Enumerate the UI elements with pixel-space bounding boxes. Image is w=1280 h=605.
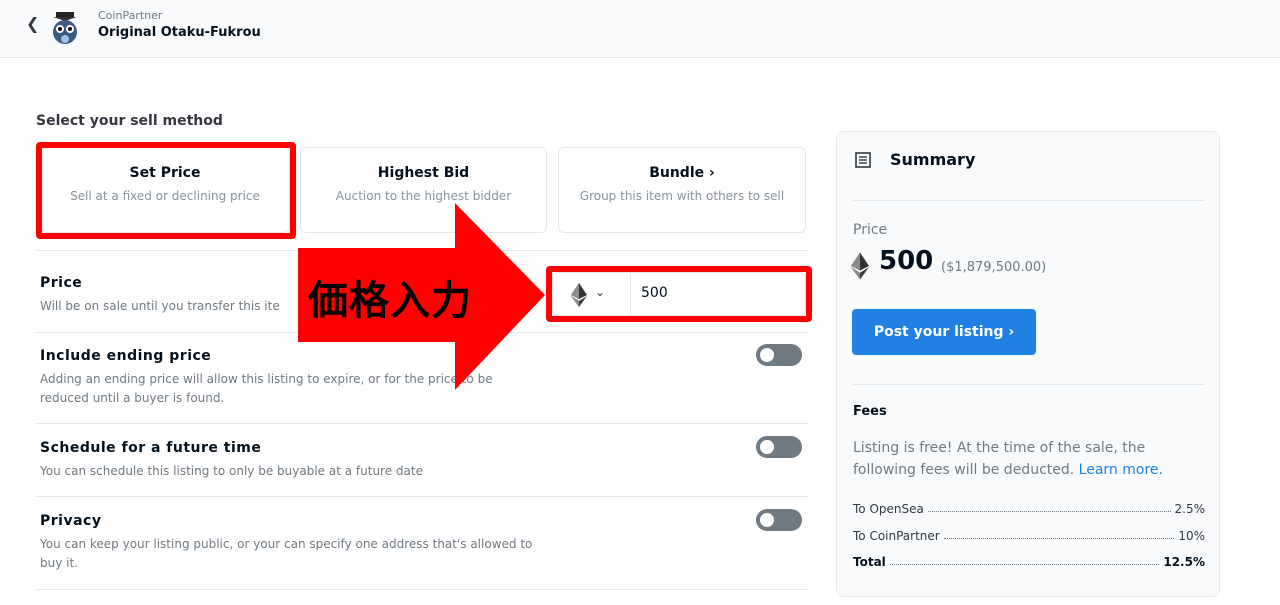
fee-value: 10% bbox=[1178, 529, 1205, 543]
fee-leader bbox=[927, 511, 1171, 512]
fee-name: Total bbox=[853, 555, 886, 569]
fee-value: 12.5% bbox=[1163, 555, 1205, 569]
summary-price-label: Price bbox=[853, 222, 888, 238]
fees-title: Fees bbox=[853, 404, 887, 419]
divider bbox=[853, 384, 1205, 385]
ethereum-icon bbox=[851, 252, 869, 280]
summary-amount: 500 bbox=[879, 246, 934, 276]
divider bbox=[853, 200, 1205, 201]
annotation-label: 価格入力 bbox=[308, 278, 472, 324]
fee-value: 2.5% bbox=[1174, 502, 1206, 516]
fee-row-total: Total 12.5% bbox=[853, 551, 1205, 569]
fee-name: To CoinPartner bbox=[853, 529, 940, 543]
list-icon bbox=[855, 152, 871, 168]
fee-leader bbox=[889, 564, 1160, 565]
summary-usd: ($1,879,500.00) bbox=[941, 260, 1047, 275]
fee-row-opensea: To OpenSea 2.5% bbox=[853, 498, 1205, 516]
learn-more-link[interactable]: Learn more. bbox=[1079, 462, 1163, 478]
fee-name: To OpenSea bbox=[853, 502, 924, 516]
fee-row-coinpartner: To CoinPartner 10% bbox=[853, 525, 1205, 543]
fees-text: Listing is free! At the time of the sale… bbox=[853, 437, 1205, 481]
summary-title: Summary bbox=[890, 150, 976, 169]
summary-panel: Summary Price 500 ($1,879,500.00) Post y… bbox=[836, 131, 1220, 597]
post-listing-button[interactable]: Post your listing › bbox=[852, 309, 1036, 355]
fee-leader bbox=[943, 538, 1175, 539]
